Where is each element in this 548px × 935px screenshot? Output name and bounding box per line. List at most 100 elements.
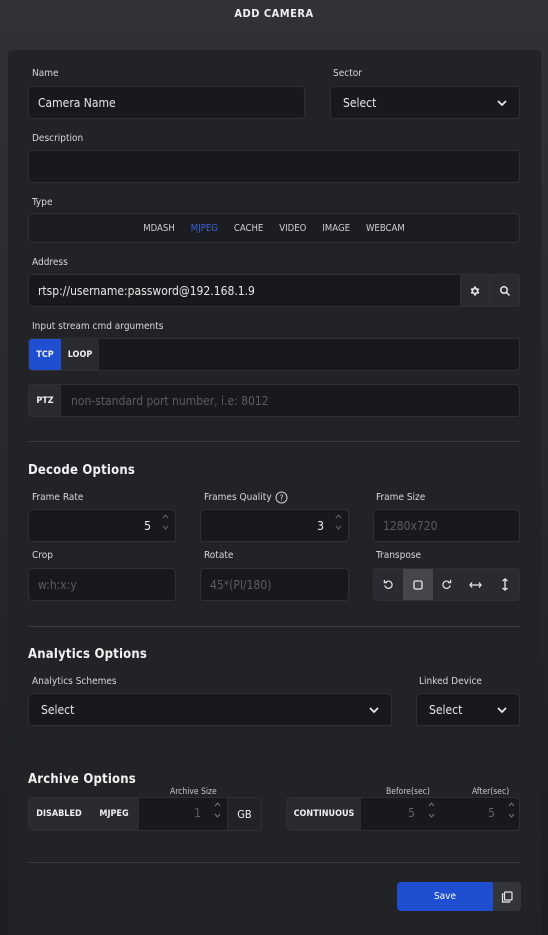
loop-toggle[interactable]: LOOP (61, 339, 99, 370)
before-sec-input[interactable]: 5 (361, 798, 441, 830)
archive-size-group: DISABLED MJPEG 1 GB (28, 797, 262, 831)
after-sec-input[interactable]: 5 (441, 798, 519, 830)
name-input[interactable]: Camera Name (28, 86, 305, 119)
type-tab-cache[interactable]: CACHE (234, 223, 263, 234)
decode-options-title: Decode Options (28, 463, 136, 478)
rotate-placeholder: 45*(PI/180) (210, 577, 272, 592)
frames-quality-input[interactable]: 3 (200, 509, 349, 542)
rotate-cw-icon (442, 579, 452, 589)
sector-value: Select (343, 95, 377, 110)
chevron-up-icon[interactable] (428, 802, 435, 807)
frame-rate-stepper[interactable] (162, 514, 169, 530)
chevron-up-icon[interactable] (508, 802, 515, 807)
chevron-down-icon[interactable] (214, 813, 221, 818)
save-copy-button[interactable] (493, 882, 521, 911)
chevron-down-icon (497, 99, 507, 106)
frame-size-label: Frame Size (376, 492, 426, 503)
sector-select[interactable]: Select (330, 86, 520, 119)
type-tab-mjpeg[interactable]: MJPEG (191, 223, 218, 234)
save-button[interactable]: Save (397, 882, 493, 911)
archive-size-label: Archive Size (170, 787, 217, 797)
analytics-options-title: Analytics Options (28, 647, 148, 662)
before-sec-label: Before(sec) (386, 787, 430, 797)
address-settings-button[interactable] (460, 274, 490, 307)
ptz-placeholder: non-standard port number, i.e: 8012 (71, 393, 269, 408)
transpose-none-button[interactable] (402, 569, 433, 600)
archive-size-stepper[interactable] (214, 802, 221, 818)
divider (28, 862, 520, 863)
chevron-down-icon[interactable] (335, 525, 342, 530)
transpose-flip-vertical-button[interactable] (490, 569, 519, 600)
flip-horizontal-icon (469, 581, 483, 588)
address-search-button[interactable] (489, 274, 520, 307)
before-sec-stepper[interactable] (428, 802, 435, 818)
crop-placeholder: w:h:x:y (38, 577, 77, 592)
after-sec-stepper[interactable] (508, 802, 515, 818)
linked-device-select[interactable]: Select (416, 693, 520, 726)
frame-rate-input[interactable]: 5 (28, 509, 176, 542)
archive-size-value: 1 (194, 806, 201, 820)
type-tab-webcam[interactable]: WEBCAM (366, 223, 405, 234)
frame-size-placeholder: 1280x720 (383, 518, 438, 533)
name-value: Camera Name (38, 95, 116, 110)
search-icon (499, 285, 510, 296)
chevron-down-icon[interactable] (508, 813, 515, 818)
chevron-up-icon[interactable] (214, 802, 221, 807)
analytics-schemes-value: Select (41, 702, 75, 717)
transpose-rotate-ccw-button[interactable] (374, 569, 403, 600)
analytics-schemes-select[interactable]: Select (28, 693, 392, 726)
frame-rate-value: 5 (144, 518, 151, 533)
svg-text:?: ? (279, 494, 283, 503)
chevron-up-icon[interactable] (162, 514, 169, 519)
gear-icon (470, 286, 480, 295)
frame-rate-label: Frame Rate (32, 492, 84, 503)
archive-disabled-toggle[interactable]: DISABLED (29, 798, 89, 830)
copy-icon (501, 890, 513, 903)
chevron-down-icon[interactable] (162, 525, 169, 530)
chevron-up-icon[interactable] (335, 514, 342, 519)
crop-label: Crop (32, 550, 53, 561)
archive-mjpeg-toggle[interactable]: MJPEG (89, 798, 139, 830)
transpose-flip-horizontal-button[interactable] (461, 569, 490, 600)
chevron-down-icon (497, 706, 507, 713)
chevron-down-icon (369, 706, 379, 713)
rotate-ccw-icon (383, 579, 393, 589)
input-args-input[interactable] (28, 338, 520, 371)
transpose-label: Transpose (376, 550, 422, 561)
add-camera-panel: Name Camera Name Sector Select Descripti… (8, 50, 541, 935)
divider (28, 626, 520, 627)
rotate-input[interactable]: 45*(PI/180) (200, 568, 349, 601)
frames-quality-value: 3 (317, 518, 324, 533)
page-title: ADD CAMERA (234, 7, 314, 20)
linked-device-label: Linked Device (419, 676, 482, 687)
name-label: Name (32, 68, 59, 79)
address-input[interactable]: rtsp://username:password@192.168.1.9 (28, 274, 461, 307)
crop-input[interactable]: w:h:x:y (28, 568, 176, 601)
after-sec-value: 5 (488, 806, 495, 820)
type-tab-image[interactable]: IMAGE (322, 223, 350, 234)
chevron-down-icon[interactable] (428, 813, 435, 818)
archive-size-input[interactable]: 1 (139, 798, 227, 830)
transpose-rotate-cw-button[interactable] (433, 569, 462, 600)
archive-options-title: Archive Options (28, 772, 136, 787)
divider (28, 441, 520, 442)
after-sec-label: After(sec) (472, 787, 510, 797)
archive-continuous-toggle[interactable]: CONTINUOUS (287, 798, 361, 830)
description-input[interactable] (28, 150, 520, 183)
help-icon[interactable]: ? (275, 491, 288, 504)
frame-size-input[interactable]: 1280x720 (373, 509, 520, 542)
tcp-toggle[interactable]: TCP (29, 339, 61, 370)
archive-size-unit: GB (227, 798, 261, 830)
input-args-label: Input stream cmd arguments (32, 321, 164, 332)
type-label: Type (32, 197, 53, 208)
analytics-schemes-label: Analytics Schemes (32, 676, 117, 687)
flip-vertical-icon (501, 578, 508, 591)
type-tab-mdash[interactable]: MDASH (143, 223, 175, 234)
address-label: Address (32, 257, 68, 268)
description-label: Description (32, 133, 84, 144)
ptz-input[interactable]: non-standard port number, i.e: 8012 (28, 384, 520, 417)
type-tab-video[interactable]: VIDEO (279, 223, 306, 234)
frames-quality-stepper[interactable] (335, 514, 342, 530)
transpose-button-group (373, 568, 520, 601)
frames-quality-label: Frames Quality (204, 492, 272, 503)
